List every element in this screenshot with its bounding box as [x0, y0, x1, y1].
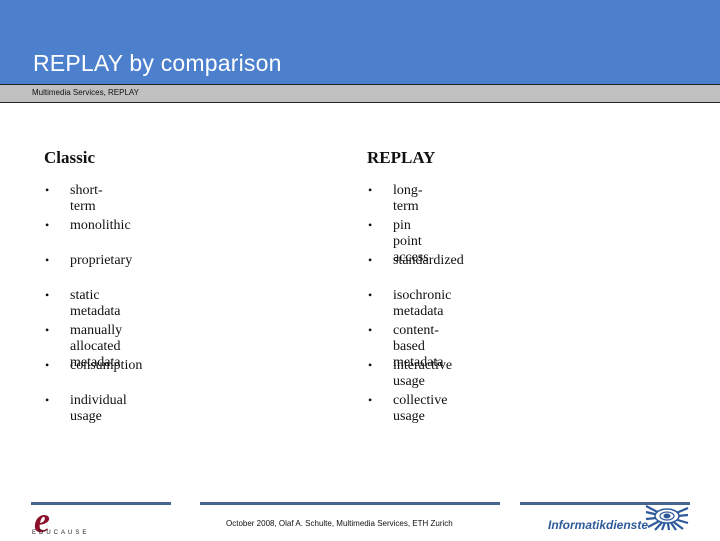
bullet-icon: •: [368, 218, 373, 232]
bullet-icon: •: [45, 323, 50, 337]
footer-divider: [200, 502, 500, 505]
bullet-icon: •: [45, 253, 50, 267]
column-heading: Classic: [44, 148, 95, 167]
bullet-icon: •: [368, 323, 373, 337]
list-item: • consumption: [45, 358, 143, 373]
list-item: • collective usage: [368, 393, 448, 424]
educause-logo: e EDUCAUSE: [32, 500, 86, 540]
educause-wordmark: EDUCAUSE: [32, 530, 90, 536]
bullet-icon: •: [45, 183, 50, 197]
list-item: • short-term: [45, 183, 103, 214]
bullet-icon: •: [45, 358, 50, 372]
replay-column: REPLAY • long-term • pin point access • sta…: [367, 148, 464, 428]
bullet-icon: •: [368, 288, 373, 302]
list-item: • manually allocated metadata: [45, 323, 123, 370]
bullet-icon: •: [368, 358, 373, 372]
bullet-icon: •: [45, 288, 50, 302]
list-item: • content-based metadata: [368, 323, 444, 370]
list-item: • individual usage: [45, 393, 127, 424]
bullet-icon: •: [368, 183, 373, 197]
column-heading: REPLAY: [367, 148, 436, 167]
bullet-icon: •: [45, 393, 50, 407]
bullet-icon: •: [368, 253, 373, 267]
bullet-icon: •: [368, 393, 373, 407]
informatikdienste-wordmark: Informatikdienste: [548, 518, 649, 532]
footer-credit: October 2008, Olaf A. Schulte, Multimedi…: [226, 519, 453, 528]
list-item: • monolithic: [45, 218, 131, 233]
slide-title: REPLAY by comparison: [33, 50, 282, 76]
list-item: • standardized: [368, 253, 464, 268]
bullet-icon: •: [45, 218, 50, 232]
list-item: • static metadata: [45, 288, 121, 319]
list-item: • interactive usage: [368, 358, 453, 389]
subtitle-bar: Multimedia Services, REPLAY: [0, 84, 720, 103]
title-banner: REPLAY by comparison: [0, 0, 720, 84]
informatikdienste-sunburst-icon: [645, 505, 689, 531]
list-item: • pin point access: [368, 218, 429, 265]
classic-column: Classic • short-term • monolithic • proprie…: [44, 148, 143, 428]
list-item: • proprietary: [45, 253, 133, 268]
list-item: • isochronic metadata: [368, 288, 452, 319]
subtitle-text: Multimedia Services, REPLAY: [32, 88, 139, 97]
list-item: • long-term: [368, 183, 423, 214]
